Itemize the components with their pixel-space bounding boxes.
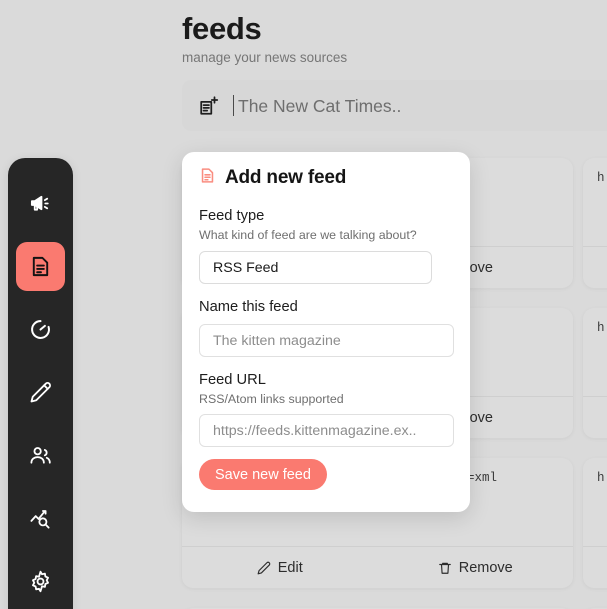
- feed-card[interactable]: h: [583, 158, 607, 288]
- sidebar-item-stats[interactable]: [16, 305, 65, 354]
- field-feed-type: Feed type What kind of feed are we talki…: [199, 207, 453, 284]
- sidebar-item-compose[interactable]: [16, 368, 65, 417]
- sidebar-item-audience[interactable]: [16, 431, 65, 480]
- document-add-icon: [198, 95, 220, 117]
- feed-card[interactable]: h: [583, 458, 607, 588]
- feed-card-edit-label: Edit: [277, 559, 303, 576]
- field-feed-url: Feed URL RSS/Atom links supported https:…: [199, 371, 454, 447]
- feed-card-actions: [583, 396, 607, 438]
- feed-card[interactable]: h: [583, 308, 607, 438]
- gear-icon: [29, 570, 52, 593]
- feed-card-actions: [583, 546, 607, 588]
- feed-url-hint: RSS/Atom links supported: [199, 392, 344, 406]
- app-root: move h move h Edit Remove h feeds manage…: [0, 0, 607, 609]
- add-feed-search-bar[interactable]: The New Cat Times..: [182, 80, 607, 131]
- feed-card-url: h: [597, 471, 605, 485]
- text-cursor: [233, 95, 234, 116]
- pencil-icon: [257, 561, 271, 575]
- search-input-placeholder[interactable]: The New Cat Times..: [238, 95, 401, 117]
- page-header: feeds manage your news sources: [182, 10, 607, 67]
- donut-chart-icon: [29, 318, 52, 341]
- feed-name-label: Name this feed: [199, 299, 298, 315]
- users-icon: [29, 444, 52, 467]
- feed-card-remove-button[interactable]: Remove: [378, 547, 574, 588]
- feed-type-hint: What kind of feed are we talking about?: [199, 228, 417, 242]
- save-new-feed-button[interactable]: Save new feed: [199, 459, 327, 490]
- megaphone-icon: [29, 192, 52, 215]
- feed-url-input[interactable]: https://feeds.kittenmagazine.ex..: [199, 414, 454, 447]
- document-icon: [29, 255, 52, 278]
- sidebar: [8, 158, 73, 609]
- feed-name-input[interactable]: The kitten magazine: [199, 324, 454, 357]
- pencil-icon: [29, 381, 52, 404]
- feed-card-actions: Edit Remove: [182, 546, 573, 588]
- sidebar-item-analytics[interactable]: [16, 494, 65, 543]
- feed-card-edit-button[interactable]: [583, 247, 607, 288]
- feed-type-select[interactable]: RSS Feed: [199, 251, 432, 284]
- feed-url-label: Feed URL: [199, 372, 266, 388]
- feed-card-edit-button[interactable]: [583, 547, 607, 588]
- document-lines-icon: [199, 167, 216, 189]
- trash-icon: [438, 561, 452, 575]
- feed-card-remove-label: Remove: [458, 559, 513, 576]
- feed-card-edit-button[interactable]: Edit: [182, 547, 378, 588]
- feed-type-label: Feed type: [199, 208, 265, 224]
- feed-card-url: h: [597, 171, 605, 185]
- add-feed-modal: Add new feed Feed type What kind of feed…: [182, 152, 470, 512]
- sidebar-item-feeds[interactable]: [16, 242, 65, 291]
- feed-card-edit-button[interactable]: [583, 397, 607, 438]
- feed-card-actions: [583, 246, 607, 288]
- analytics-search-icon: [29, 507, 52, 530]
- page-title: feeds: [182, 11, 262, 46]
- sidebar-item-announcements[interactable]: [16, 179, 65, 228]
- modal-header: Add new feed: [199, 167, 453, 189]
- page-subtitle: manage your news sources: [182, 50, 348, 65]
- field-feed-name: Name this feed The kitten magazine: [199, 298, 454, 357]
- feed-card-url: h: [597, 321, 605, 335]
- modal-title: Add new feed: [225, 167, 347, 188]
- sidebar-item-settings[interactable]: [16, 557, 65, 606]
